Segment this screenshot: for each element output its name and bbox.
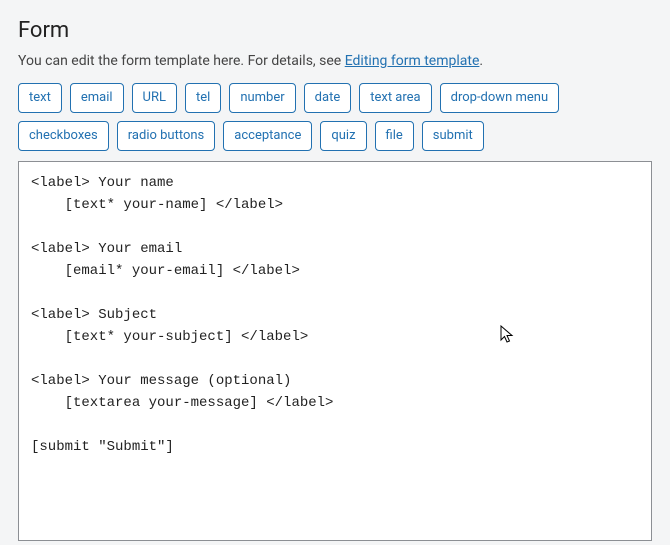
tag-url-button[interactable]: URL [132, 83, 177, 113]
tag-textarea-button[interactable]: text area [359, 83, 431, 113]
tag-generator-bar: text email URL tel number date text area… [18, 83, 652, 151]
form-panel: Form You can edit the form template here… [0, 0, 670, 545]
tag-radio-button[interactable]: radio buttons [117, 121, 216, 151]
desc-prefix: You can edit the form template here. For… [18, 53, 345, 69]
tag-email-button[interactable]: email [70, 83, 124, 113]
tag-number-button[interactable]: number [229, 83, 295, 113]
tag-submit-button[interactable]: submit [422, 121, 484, 151]
tag-date-button[interactable]: date [304, 83, 352, 113]
editing-template-link[interactable]: Editing form template [345, 53, 480, 69]
tag-checkboxes-button[interactable]: checkboxes [18, 121, 109, 151]
tag-tel-button[interactable]: tel [185, 83, 221, 113]
panel-title: Form [18, 18, 652, 43]
desc-suffix: . [479, 53, 483, 69]
form-template-editor[interactable] [18, 161, 652, 541]
tag-text-button[interactable]: text [18, 83, 62, 113]
tag-file-button[interactable]: file [375, 121, 414, 151]
tag-acceptance-button[interactable]: acceptance [223, 121, 312, 151]
tag-dropdown-button[interactable]: drop-down menu [440, 83, 559, 113]
tag-quiz-button[interactable]: quiz [320, 121, 366, 151]
panel-description: You can edit the form template here. For… [18, 53, 652, 69]
